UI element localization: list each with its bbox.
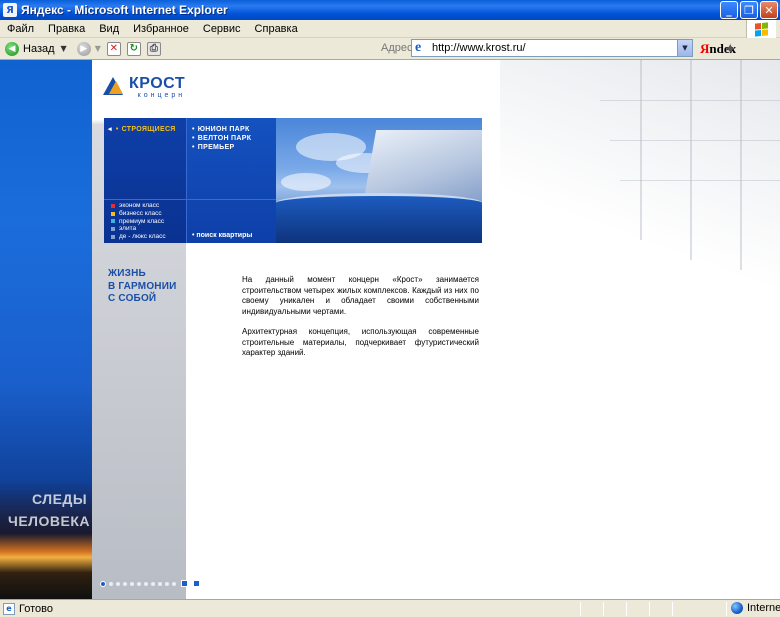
krost-logo-mark-icon (103, 75, 127, 97)
pager-dot[interactable] (100, 580, 106, 587)
back-button[interactable]: ◀ Назад ▼ (5, 41, 67, 56)
pager-prev-button[interactable] (181, 580, 188, 587)
section-nav-under-construction[interactable]: ◂ • СТРОЯЩИЕСЯ (108, 125, 176, 133)
pager-dot[interactable] (165, 581, 169, 586)
menu-view[interactable]: Вид (92, 23, 126, 35)
menu-file[interactable]: Файл (0, 23, 41, 35)
projects-list: • ЮНИОН ПАРК • ВЕЛТОН ПАРК • ПРЕМЬЕР (192, 125, 251, 152)
decorative-building-bg (500, 60, 780, 290)
project-link[interactable]: • ПРЕМЬЕР (192, 143, 251, 152)
back-label: Назад (23, 42, 55, 55)
page-icon: e (415, 40, 422, 55)
address-dropdown-icon[interactable]: ▼ (677, 40, 692, 56)
back-arrow-icon: ◂ (108, 126, 112, 133)
status-bar: e Готово Internet (0, 599, 780, 617)
pager-dot[interactable] (158, 581, 162, 586)
project-link[interactable]: • ВЕЛТОН ПАРК (192, 134, 251, 143)
class-marker-icon (111, 235, 115, 240)
tagline: ЖИЗНЬ В ГАРМОНИИ С СОБОЙ (108, 268, 177, 304)
minimize-button[interactable]: _ (720, 1, 738, 19)
address-bar[interactable]: e ▼ (411, 39, 693, 57)
class-item-deluxe[interactable]: де - люкс класс (111, 233, 166, 241)
window-title: Яндекс - Microsoft Internet Explorer (21, 3, 228, 17)
intro-paragraph: На данный момент концерн «Крост» занимае… (242, 275, 479, 316)
security-zone[interactable]: Internet (731, 602, 780, 614)
yandex-tools-icon[interactable]: ✦ (724, 40, 737, 58)
forward-dropdown-icon[interactable]: ▼ (95, 44, 101, 53)
menu-help[interactable]: Справка (248, 23, 305, 35)
maximize-button[interactable]: ❐ (740, 1, 758, 19)
project-link[interactable]: • ЮНИОН ПАРК (192, 125, 251, 134)
building-photo (276, 118, 482, 243)
ie-app-icon: Я (3, 3, 17, 17)
housing-class-list: эконом класс бизнесс класс премиум класс… (111, 202, 166, 241)
class-item-premium[interactable]: премиум класс (111, 218, 166, 226)
refresh-button[interactable]: ↻ (126, 41, 141, 56)
class-marker-icon (111, 203, 115, 208)
window-controls: _ ❐ ✕ (720, 1, 778, 19)
pager-dot[interactable] (116, 581, 120, 586)
class-marker-icon (111, 227, 115, 232)
class-item-elite[interactable]: элита (111, 225, 166, 233)
side-slogan: СЛЕДЫ ЧЕЛОВЕКА (8, 491, 90, 529)
status-text: Готово (19, 602, 53, 615)
pager-dot[interactable] (151, 581, 155, 586)
krost-logo[interactable]: КРОСТ концерн (103, 75, 185, 100)
back-arrow-icon: ◀ (5, 41, 19, 56)
toolbar: ◀ Назад ▼ ▶ ▼ ✕ ↻ ⎙ Адрес: e ▼ Яndex ✦ (0, 38, 780, 60)
browser-viewport: СЛЕДЫ ЧЕЛОВЕКА КРОСТ концерн ◂ • СТРОЯЩИЕС… (0, 60, 780, 599)
pager-dot[interactable] (123, 581, 127, 586)
pager-next-button[interactable] (193, 580, 200, 587)
menu-favorites[interactable]: Избранное (126, 23, 196, 35)
pager-dot[interactable] (130, 581, 134, 586)
class-marker-icon (111, 211, 115, 216)
pager-dot[interactable] (137, 581, 141, 586)
slideshow-pager (100, 580, 200, 587)
title-bar[interactable]: Я Яндекс - Microsoft Internet Explorer _… (0, 0, 780, 20)
close-button[interactable]: ✕ (760, 1, 778, 19)
pager-dot[interactable] (172, 581, 176, 586)
projects-banner: ◂ • СТРОЯЩИЕСЯ • ЮНИОН ПАРК • ВЕЛТОН ПАРК • П… (104, 118, 482, 243)
class-item-business[interactable]: бизнесс класс (111, 210, 166, 218)
menu-bar: Файл Правка Вид Избранное Сервис Справка (0, 20, 780, 38)
class-marker-icon (111, 219, 115, 224)
windows-logo-icon (746, 20, 776, 38)
pager-dot[interactable] (109, 581, 113, 586)
menu-tools[interactable]: Сервис (196, 23, 248, 35)
page-status-icon: e (3, 602, 15, 615)
logo-subtitle: концерн (137, 92, 186, 99)
apartment-search-link[interactable]: • поиск квартиры (192, 232, 252, 239)
stop-button[interactable]: ✕ (106, 41, 121, 56)
pager-dot[interactable] (144, 581, 148, 586)
menu-edit[interactable]: Правка (41, 23, 92, 35)
intro-text: На данный момент концерн «Крост» занимае… (242, 275, 479, 359)
print-button[interactable]: ⎙ (146, 41, 161, 56)
globe-icon (731, 602, 743, 614)
logo-name: КРОСТ (129, 75, 186, 92)
intro-paragraph: Архитектурная концепция, использующая со… (242, 327, 479, 357)
class-item-economy[interactable]: эконом класс (111, 202, 166, 210)
forward-button[interactable]: ▶ (76, 41, 91, 56)
back-dropdown-icon[interactable]: ▼ (61, 44, 67, 53)
address-input[interactable] (432, 42, 672, 54)
zone-label: Internet (747, 602, 780, 614)
